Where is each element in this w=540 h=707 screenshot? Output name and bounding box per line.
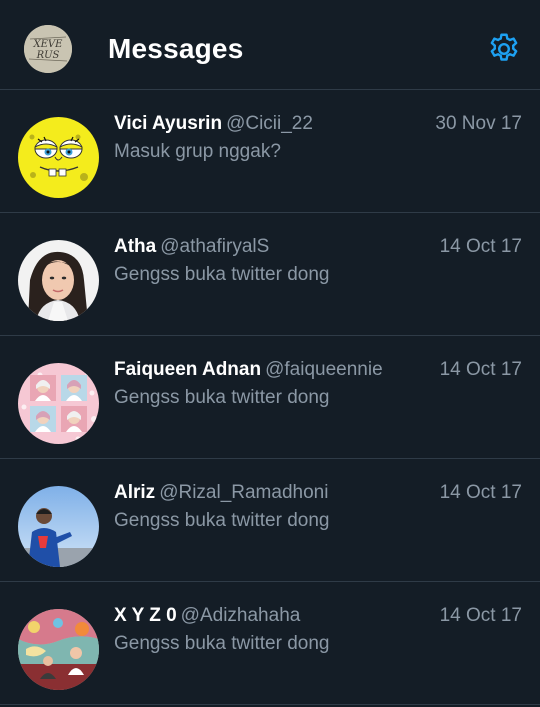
page-title: Messages [108,33,244,64]
username-handle: @Adizhahaha [180,605,301,626]
gear-icon [490,33,518,61]
settings-button[interactable] [486,31,522,67]
message-preview: Masuk grup nggak? [114,141,281,162]
avatar-image [18,363,99,444]
conversation-row[interactable]: Faiqueen Adnan @faiqueennie 14 Oct 17 Gen… [0,336,540,459]
username-handle: @athafiryalS [160,236,270,257]
avatar[interactable] [18,363,99,444]
avatar-image [18,117,99,198]
avatar[interactable] [18,117,99,198]
username-handle: @Cicii_22 [226,113,313,134]
display-name: Atha [114,236,157,257]
conversation-row[interactable]: Alriz @Rizal_Ramadhoni 14 Oct 17 Gengss b… [0,459,540,582]
messages-screen: XEVE RUS Messages Vici Ayusrin @Cicii_22… [0,0,540,707]
display-name: Alriz [114,482,156,503]
display-name: X Y Z 0 [114,605,177,626]
avatar[interactable] [18,240,99,321]
conversation-row[interactable]: X Y Z 0 @Adizhahaha 14 Oct 17 Gengss buka… [0,582,540,705]
avatar[interactable] [18,609,99,690]
avatar-image [18,240,99,321]
message-preview: Gengss buka twitter dong [114,264,330,285]
message-date: 30 Nov 17 [435,113,522,134]
profile-avatar[interactable]: XEVE RUS [24,25,72,73]
message-preview: Gengss buka twitter dong [114,510,330,531]
conversation-list: Vici Ayusrin @Cicii_22 30 Nov 17 Masuk gr… [0,90,540,705]
profile-avatar-text-bottom: RUS [36,50,60,61]
avatar-image [18,486,99,567]
message-date: 14 Oct 17 [439,605,522,626]
message-date: 14 Oct 17 [439,482,522,503]
message-preview: Gengss buka twitter dong [114,387,330,408]
name-line: Vici Ayusrin @Cicii_22 [114,112,380,136]
username-handle: @faiqueennie [265,359,383,380]
name-line: Alriz @Rizal_Ramadhoni [114,481,380,505]
name-line: X Y Z 0 @Adizhahaha [114,604,380,628]
username-handle: @Rizal_Ramadhoni [159,482,329,503]
profile-avatar-image: XEVE RUS [24,25,72,73]
profile-avatar-text-top: XEVE [33,39,64,50]
display-name: Vici Ayusrin [114,113,223,134]
name-line: Atha @athafiryalS [114,235,380,259]
avatar-image [18,609,99,690]
display-name: Faiqueen Adnan [114,359,262,380]
message-preview: Gengss buka twitter dong [114,633,330,654]
message-date: 14 Oct 17 [439,236,522,257]
avatar[interactable] [18,486,99,567]
name-line: Faiqueen Adnan @faiqueennie [114,358,383,382]
header: XEVE RUS Messages [0,0,540,90]
conversation-row[interactable]: Vici Ayusrin @Cicii_22 30 Nov 17 Masuk gr… [0,90,540,213]
conversation-row[interactable]: Atha @athafiryalS 14 Oct 17 Gengss buka t… [0,213,540,336]
message-date: 14 Oct 17 [439,359,522,380]
